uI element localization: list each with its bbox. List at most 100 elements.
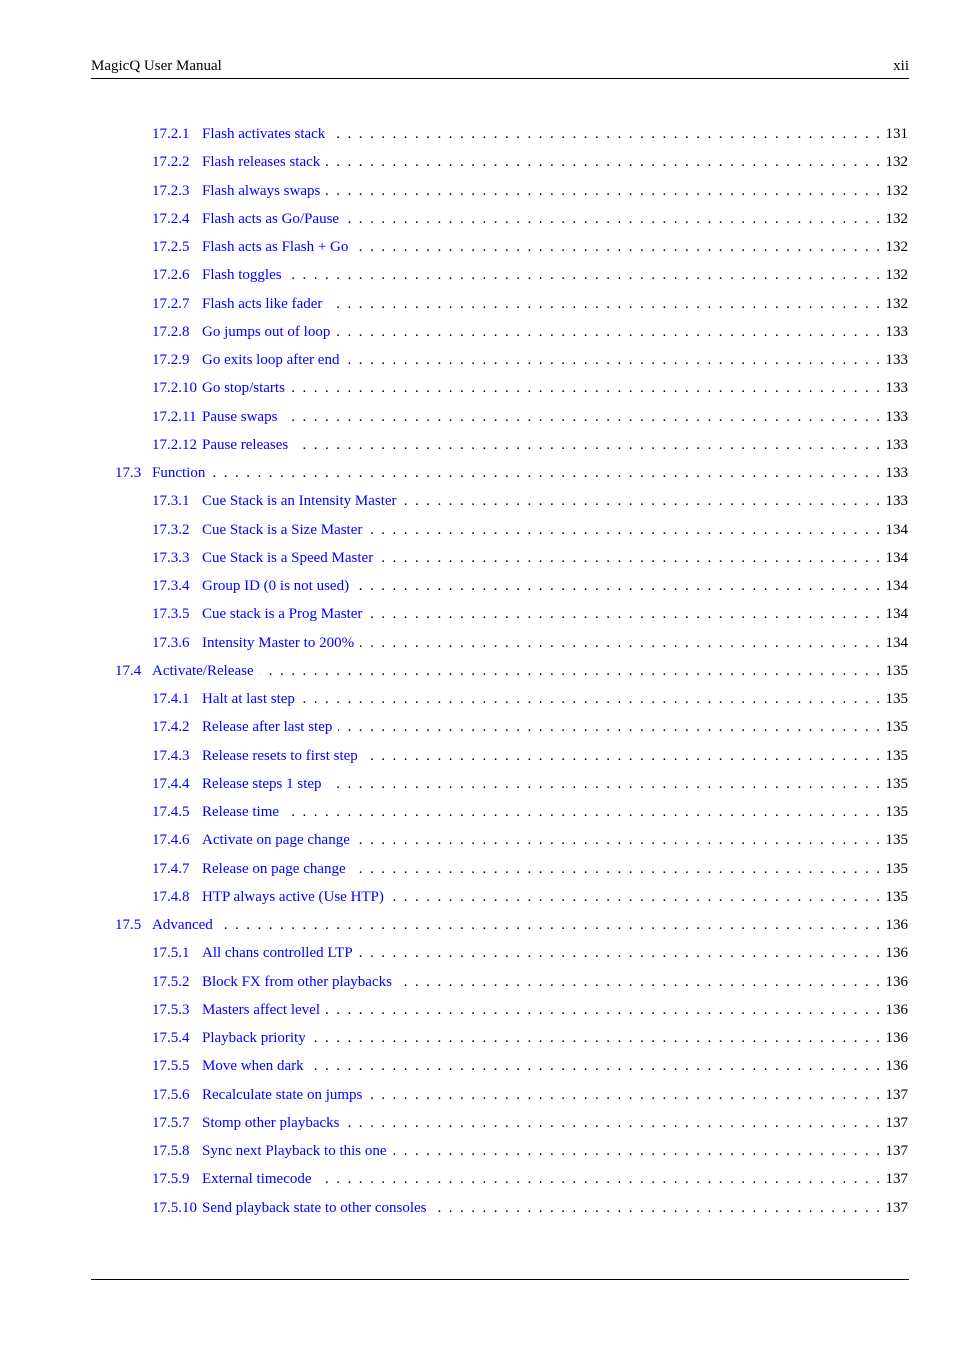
toc-entry-title: Flash releases stack bbox=[202, 154, 321, 171]
toc-entry[interactable]: 17.4.5 Release time . . . . . . . . . . . … bbox=[152, 802, 908, 822]
toc-entry[interactable]: 17.4.4 Release steps 1 step . . . . . . . … bbox=[152, 774, 908, 794]
dot-leader: . . . . . . . . . . . . . . . . . . . . … bbox=[392, 1143, 880, 1159]
toc-entry[interactable]: 17.3.5 Cue stack is a Prog Master . . . . … bbox=[152, 604, 908, 624]
toc-entry-number: 17.5.5 bbox=[152, 1058, 190, 1075]
toc-entry-title: Activate/Release bbox=[152, 662, 254, 679]
toc-entry[interactable]: 17.4.2 Release after last step . . . . . .… bbox=[152, 717, 908, 737]
toc-entry[interactable]: 17.4 Activate/Release . . . . . . . . . . … bbox=[115, 661, 908, 681]
toc-entry-page: 137 bbox=[885, 1143, 909, 1159]
toc-entry-title: Release steps 1 step bbox=[202, 775, 322, 792]
toc-entry-number: 17.4.3 bbox=[152, 747, 190, 764]
toc-entry-number: 17.5.9 bbox=[152, 1171, 190, 1188]
toc-entry-page: 135 bbox=[885, 662, 909, 679]
toc-entry[interactable]: 17.3 Function . . . . . . . . . . . . . . … bbox=[115, 463, 908, 483]
toc-entry[interactable]: 17.4.1 Halt at last step . . . . . . . . .… bbox=[152, 689, 908, 709]
dot-leader: . . . . . . . . . . . . . . . . . . . . … bbox=[294, 436, 880, 453]
toc-entry-page: 135 bbox=[885, 804, 909, 820]
toc-entry-number: 17.4.2 bbox=[152, 719, 190, 736]
toc-entry[interactable]: 17.2.2 Flash releases stack . . . . . . . … bbox=[152, 152, 908, 172]
toc-entry[interactable]: 17.5.2 Block FX from other playbacks . . .… bbox=[152, 972, 908, 992]
dot-leader: . . . . . . . . . . . . . . . . . . . . … bbox=[403, 493, 880, 510]
toc-entry-page: 137 bbox=[885, 1086, 909, 1103]
toc-entry[interactable]: 17.2.11 Pause swaps . . . . . . . . . . . … bbox=[152, 407, 908, 427]
toc-entry[interactable]: 17.3.2 Cue Stack is a Size Master . . . . … bbox=[152, 520, 908, 540]
toc-entry-page: 134 bbox=[885, 549, 909, 566]
toc-entry-number: 17.2.5 bbox=[152, 239, 190, 255]
toc-entry-title: Group ID (0 is not used) bbox=[202, 578, 350, 594]
toc-entry-number: 17.5.10 bbox=[152, 1199, 197, 1216]
toc-entry-title: External timecode bbox=[202, 1171, 312, 1188]
toc-entry[interactable]: 17.5.5 Move when dark . . . . . . . . . . … bbox=[152, 1056, 908, 1076]
toc-entry[interactable]: 17.5 Advanced . . . . . . . . . . . . . . … bbox=[115, 915, 908, 935]
toc-entry-number: 17.2.6 bbox=[152, 267, 190, 284]
toc-entry-page: 133 bbox=[885, 323, 909, 340]
toc-entry[interactable]: 17.4.7 Release on page change . . . . . . … bbox=[152, 859, 908, 879]
toc-entry-page: 132 bbox=[885, 182, 909, 199]
toc-entry-page: 136 bbox=[885, 1030, 909, 1046]
dot-leader: . . . . . . . . . . . . . . . . . . . . … bbox=[345, 1114, 880, 1131]
toc-entry[interactable]: 17.5.6 Recalculate state on jumps . . . . … bbox=[152, 1085, 908, 1105]
toc-entry[interactable]: 17.5.7 Stomp other playbacks . . . . . . .… bbox=[152, 1113, 908, 1133]
toc-entry[interactable]: 17.3.3 Cue Stack is a Speed Master . . . .… bbox=[152, 548, 908, 568]
toc-entry-number: 17.4 bbox=[115, 662, 142, 679]
toc-entry-title: Recalculate state on jumps bbox=[202, 1086, 363, 1103]
toc-entry-number: 17.3.5 bbox=[152, 606, 190, 623]
toc-entry[interactable]: 17.2.8 Go jumps out of loop . . . . . . . … bbox=[152, 322, 908, 342]
toc-entry-page: 134 bbox=[885, 521, 909, 538]
toc-entry-title: Go jumps out of loop bbox=[202, 323, 331, 340]
toc-entry[interactable]: 17.4.6 Activate on page change . . . . . .… bbox=[152, 830, 908, 850]
toc-entry[interactable]: 17.4.3 Release resets to first step . . . … bbox=[152, 746, 908, 766]
toc-entry[interactable]: 17.2.4 Flash acts as Go/Pause . . . . . . … bbox=[152, 209, 908, 229]
toc-entry[interactable]: 17.5.3 Masters affect level . . . . . . . … bbox=[152, 1000, 908, 1020]
toc-entry-page: 136 bbox=[885, 973, 909, 990]
toc-entry[interactable]: 17.4.8 HTP always active (Use HTP) . . . .… bbox=[152, 887, 908, 907]
toc-entry-title: Activate on page change bbox=[202, 832, 350, 849]
toc-entry-page: 136 bbox=[885, 1001, 909, 1018]
toc-entry[interactable]: 17.3.4 Group ID (0 is not used) . . . . . … bbox=[152, 576, 908, 596]
toc-entry-title: Flash activates stack bbox=[202, 126, 326, 142]
toc-entry[interactable]: 17.3.1 Cue Stack is an Intensity Master . … bbox=[152, 491, 908, 511]
toc-entry[interactable]: 17.5.1 All chans controlled LTP . . . . . … bbox=[152, 943, 908, 963]
toc-entry-page: 135 bbox=[885, 860, 909, 877]
toc-entry-page: 135 bbox=[885, 832, 909, 849]
toc-entry-page: 137 bbox=[885, 1199, 909, 1216]
toc-entry[interactable]: 17.3.6 Intensity Master to 200% . . . . . … bbox=[152, 633, 908, 653]
toc-entry-number: 17.5.4 bbox=[152, 1030, 190, 1046]
toc-entry-title: Flash toggles bbox=[202, 267, 282, 284]
toc-entry-number: 17.4.7 bbox=[152, 860, 190, 877]
toc-entry-title: Function bbox=[152, 465, 206, 481]
toc-entry[interactable]: 17.2.12 Pause releases . . . . . . . . . .… bbox=[152, 435, 908, 455]
toc-entry[interactable]: 17.2.5 Flash acts as Flash + Go . . . . . … bbox=[152, 237, 908, 257]
toc-entry-number: 17.2.11 bbox=[152, 408, 197, 425]
toc-entry[interactable]: 17.2.9 Go exits loop after end . . . . . .… bbox=[152, 350, 908, 370]
toc-entry-title: Release time bbox=[202, 804, 280, 820]
toc-entry-number: 17.2.9 bbox=[152, 352, 190, 368]
toc-entry[interactable]: 17.5.10 Send playback state to other cons… bbox=[152, 1198, 908, 1218]
toc-entry-page: 131 bbox=[885, 126, 909, 142]
toc-entry[interactable]: 17.2.10 Go stop/starts . . . . . . . . . .… bbox=[152, 378, 908, 398]
dot-leader: . . . . . . . . . . . . . . . . . . . . … bbox=[355, 578, 880, 594]
toc-entry-number: 17.4.4 bbox=[152, 775, 190, 792]
toc-entry-number: 17.5 bbox=[115, 917, 142, 933]
dot-leader: . . . . . . . . . . . . . . . . . . . . … bbox=[352, 860, 880, 877]
toc-entry-page: 133 bbox=[885, 465, 909, 481]
toc-entry[interactable]: 17.5.9 External timecode . . . . . . . . .… bbox=[152, 1169, 908, 1189]
toc-entry-number: 17.3.3 bbox=[152, 549, 190, 566]
toc-entry-page: 137 bbox=[885, 1114, 909, 1131]
dot-leader: . . . . . . . . . . . . . . . . . . . . … bbox=[354, 239, 880, 255]
toc-entry[interactable]: 17.2.6 Flash toggles . . . . . . . . . . .… bbox=[152, 265, 908, 285]
toc-entry[interactable]: 17.2.7 Flash acts like fader . . . . . . .… bbox=[152, 294, 908, 314]
toc-entry[interactable]: 17.5.4 Playback priority . . . . . . . . .… bbox=[152, 1028, 908, 1048]
dot-leader: . . . . . . . . . . . . . . . . . . . . … bbox=[368, 521, 880, 538]
toc-entry[interactable]: 17.2.1 Flash activates stack . . . . . . .… bbox=[152, 124, 908, 144]
toc-entry-page: 137 bbox=[885, 1171, 909, 1188]
toc-entry-page: 132 bbox=[885, 295, 909, 312]
toc-entry-number: 17.5.3 bbox=[152, 1001, 190, 1018]
page-number: xii bbox=[893, 58, 909, 74]
toc-entry[interactable]: 17.2.3 Flash always swaps . . . . . . . . … bbox=[152, 181, 908, 201]
footer-rule bbox=[91, 1279, 909, 1280]
toc-entry-title: Pause releases bbox=[202, 436, 289, 453]
toc-entry[interactable]: 17.5.8 Sync next Playback to this one . . … bbox=[152, 1141, 908, 1161]
document-title: MagicQ User Manual bbox=[91, 58, 222, 74]
toc-entry-title: Block FX from other playbacks bbox=[202, 973, 392, 990]
